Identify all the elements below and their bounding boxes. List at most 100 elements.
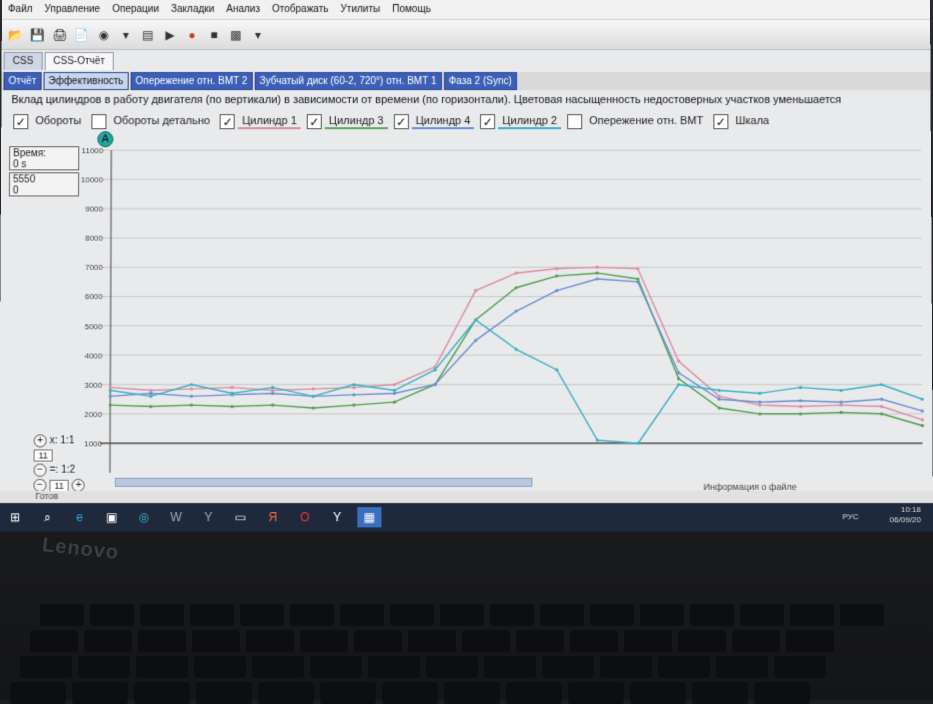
x-zoom-value[interactable]: 11 [33, 449, 54, 462]
keyboard-key [490, 604, 534, 626]
checkbox[interactable]: ✓ [13, 114, 29, 130]
yandex-browser-icon[interactable]: Y [325, 507, 349, 527]
clock[interactable]: 10:18 06/09/20 [890, 505, 921, 525]
folder-icon[interactable]: ▭ [228, 507, 252, 527]
keyboard-key [196, 682, 252, 704]
search-icon[interactable]: ⌕ [35, 507, 59, 527]
document-icon[interactable]: 📄 [74, 27, 90, 43]
print-icon[interactable]: 🖨 [52, 27, 68, 43]
checkbox[interactable]: ✓ [393, 114, 409, 130]
menu-bookmarks[interactable]: Закладки [165, 4, 220, 15]
dropdown-icon[interactable]: ▾ [118, 27, 134, 43]
display-icon[interactable]: ▩ [228, 27, 244, 43]
y-zoom-value[interactable]: 11 [49, 479, 69, 492]
data-point [636, 277, 640, 281]
tab-efficiency[interactable]: Эффективность [43, 72, 129, 91]
status-file-info: Информация о файле [703, 481, 797, 492]
data-point [392, 382, 397, 387]
language-indicator[interactable]: РУС [842, 512, 858, 521]
data-point [676, 377, 681, 381]
keyboard-key [78, 656, 130, 678]
efficiency-chart[interactable]: 1000 2000 3000 4000 5000 6000 7000 8000 9000 1000… [0, 140, 933, 488]
toggle-cylinder-2[interactable]: ✓ Цилиндр 2 [480, 114, 562, 130]
scope-app-icon[interactable]: ▦ [357, 507, 382, 528]
checkbox[interactable] [567, 114, 583, 130]
app-icon[interactable]: Y [196, 507, 220, 527]
tab-phase2[interactable]: Фаза 2 (Sync) [443, 72, 517, 91]
toggle-cylinder-4[interactable]: ✓ Цилиндр 4 [393, 114, 475, 130]
menu-utilities[interactable]: Утилиты [334, 4, 386, 15]
word-icon[interactable]: W [164, 507, 188, 527]
data-point [230, 385, 234, 390]
toggle-advance-tdc[interactable]: Опережение отн. ВМТ [567, 114, 707, 130]
keyboard-key [786, 630, 834, 652]
toggle-scale[interactable]: ✓ Шкала [713, 114, 773, 130]
data-point [352, 393, 356, 397]
horizontal-scrollbar[interactable] [114, 477, 533, 487]
menu-help[interactable]: Помощь [386, 4, 437, 15]
menu-analysis[interactable]: Анализ [220, 4, 266, 15]
keyboard-key [258, 682, 314, 704]
data-point [352, 382, 356, 387]
save-icon[interactable]: 💾 [30, 27, 46, 43]
y-tick-label: 8000 [85, 234, 103, 243]
menu-file[interactable]: Файл [2, 4, 39, 15]
edge-icon[interactable]: e [67, 507, 91, 527]
y-zoom-label: =: 1:2 [49, 464, 76, 476]
toggle-rpm-detailed[interactable]: Обороты детально [91, 114, 214, 130]
yandex-icon[interactable]: Я [261, 507, 285, 527]
chevron-down-icon[interactable]: ▾ [250, 27, 266, 43]
record-icon[interactable]: ● [184, 27, 200, 43]
chart-description: Вклад цилиндров в работу двигателя (по в… [11, 94, 842, 107]
keyboard-key [640, 604, 684, 626]
keyboard-key [138, 630, 186, 652]
data-point [636, 267, 640, 271]
menu-operations[interactable]: Операции [106, 4, 165, 15]
data-point [149, 394, 153, 398]
tab-advance-tdc2[interactable]: Опережение отн. ВМТ 2 [130, 72, 253, 91]
tab-css-report[interactable]: CSS-Отчёт [44, 52, 114, 71]
zoom-in-icon[interactable]: + [33, 434, 47, 448]
stop-icon[interactable]: ■ [206, 27, 222, 43]
data-point [149, 404, 153, 409]
tab-css[interactable]: CSS [3, 52, 43, 71]
checkbox[interactable]: ✓ [220, 114, 236, 130]
chart-area[interactable]: 1000 2000 3000 4000 5000 6000 7000 8000 9000 1000… [0, 140, 933, 488]
keyboard-key [600, 656, 652, 678]
checkbox[interactable]: ✓ [306, 114, 322, 130]
open-folder-icon[interactable]: 📂 [8, 27, 24, 43]
toggle-cylinder-3[interactable]: ✓ Цилиндр 3 [306, 114, 388, 130]
skype-icon[interactable]: ◎ [132, 507, 156, 527]
checkbox[interactable]: ✓ [713, 114, 729, 130]
opera-icon[interactable]: O [293, 507, 317, 527]
store-icon[interactable]: ▣ [100, 507, 124, 527]
zoom-out-icon[interactable]: − [33, 463, 47, 477]
data-point [392, 388, 397, 392]
y-tick-label: 7000 [85, 263, 103, 272]
data-point [392, 400, 397, 404]
tab-gear-disk[interactable]: Зубчатый диск (60-2, 720°) отн. ВМТ 1 [254, 72, 442, 91]
keyboard-key [790, 604, 834, 626]
data-point [311, 394, 315, 398]
data-point [108, 403, 112, 407]
toggle-rpm[interactable]: ✓ Обороты [13, 114, 85, 130]
data-point [555, 267, 559, 271]
keyboard-key [320, 682, 376, 704]
play-icon[interactable]: ▶ [162, 27, 178, 43]
menu-view[interactable]: Отображать [266, 4, 335, 15]
checkbox[interactable] [91, 114, 107, 130]
data-point [880, 397, 884, 401]
windows-start-icon[interactable]: ⊞ [3, 507, 27, 527]
y-tick-label: 11000 [82, 146, 104, 155]
data-point [514, 271, 518, 275]
device-icon[interactable]: ◉ [96, 27, 112, 43]
checkbox[interactable]: ✓ [480, 114, 496, 130]
data-point [839, 410, 843, 415]
toggle-cylinder-1[interactable]: ✓ Цилиндр 1 [220, 114, 301, 130]
capture-icon[interactable]: ▤ [140, 27, 156, 43]
menu-control[interactable]: Управление [39, 4, 107, 15]
data-point [677, 382, 681, 387]
keyboard-key [506, 682, 562, 704]
tab-report[interactable]: Отчёт [3, 72, 42, 91]
keyboard-key [540, 604, 584, 626]
